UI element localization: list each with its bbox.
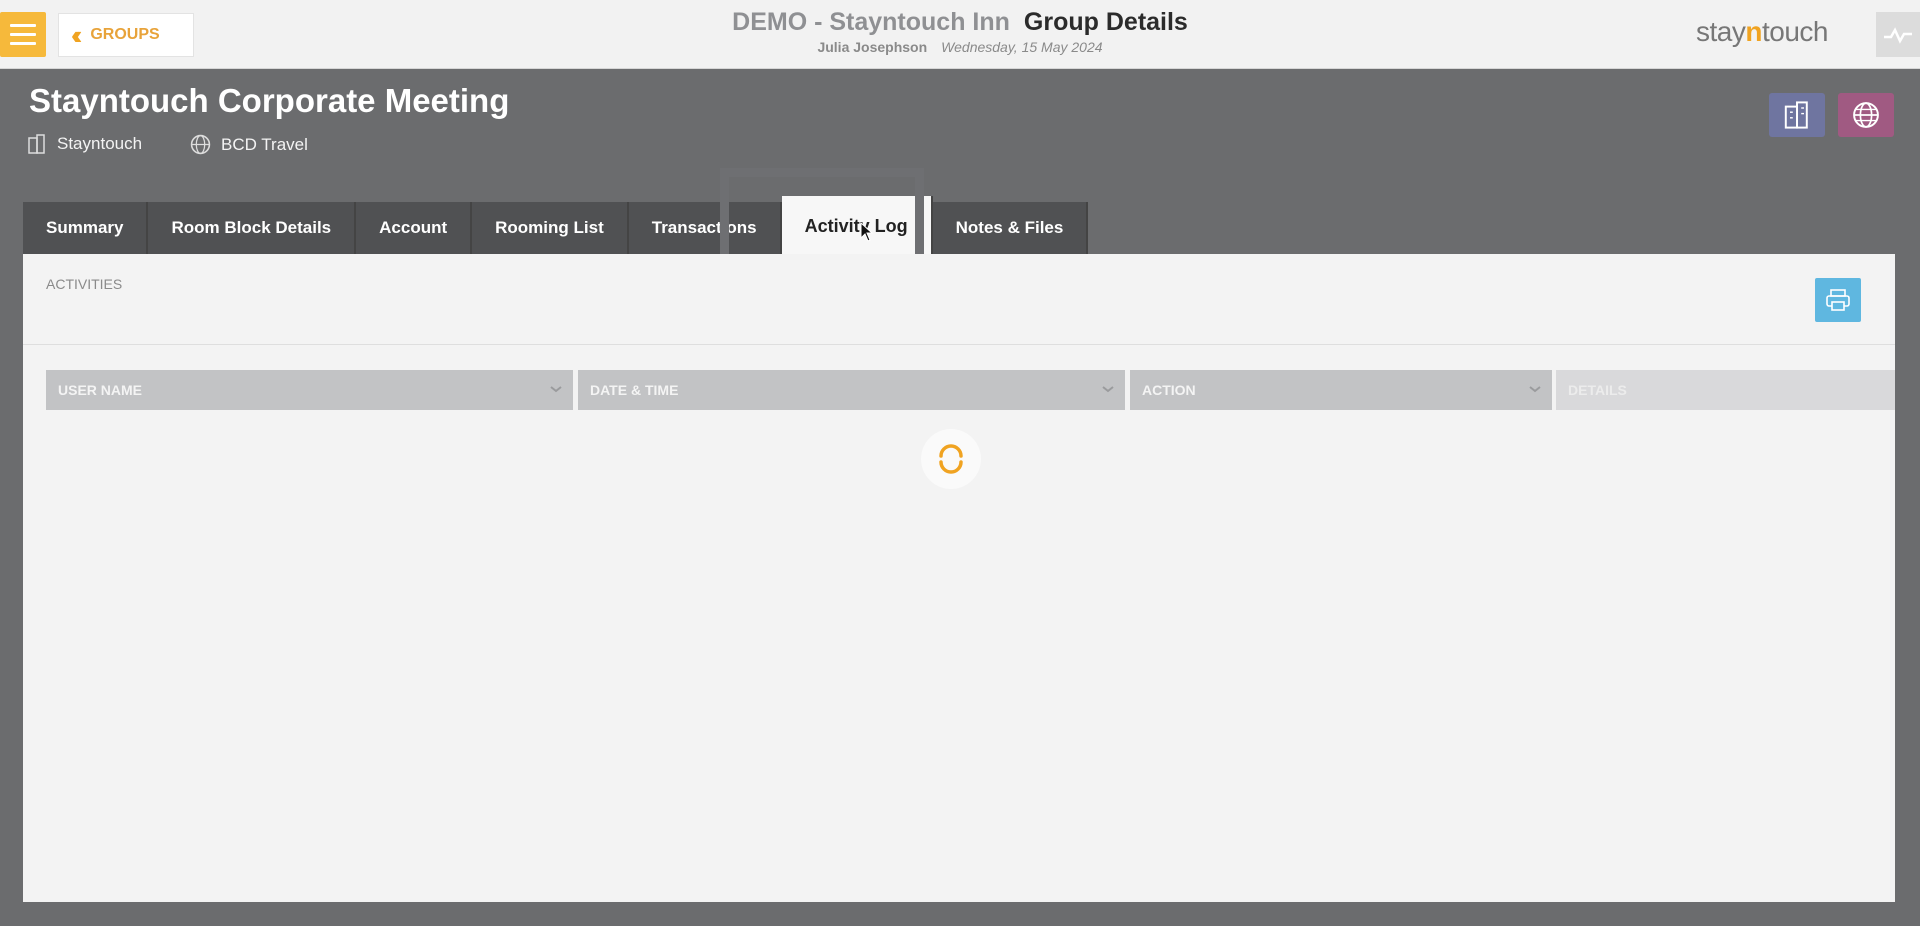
chevron-down-icon xyxy=(1529,386,1541,393)
brand-logo: stayntouch xyxy=(1696,16,1828,47)
page-title: Group Details xyxy=(1023,8,1188,36)
loading-spinner-icon xyxy=(921,429,981,489)
user-name: Julia Josephson xyxy=(817,39,928,55)
company-name: Stayntouch xyxy=(57,134,143,153)
building-icon xyxy=(28,134,45,154)
activity-log-panel: ACTIVITIES USER NAME DATE & TIME ACTION … xyxy=(23,254,1895,902)
mouse-cursor-icon xyxy=(860,222,874,242)
print-button[interactable] xyxy=(1815,278,1861,322)
column-header-details: DETAILS xyxy=(1556,370,1895,410)
column-header-date-time[interactable]: DATE & TIME xyxy=(578,370,1125,410)
printer-icon xyxy=(1826,289,1850,311)
tab-room-block-details[interactable]: Room Block Details xyxy=(148,202,357,254)
travel-agent-card-button[interactable] xyxy=(1838,93,1894,137)
tab-notes-files[interactable]: Notes & Files xyxy=(932,202,1089,254)
group-tabs: Summary Room Block Details Account Roomi… xyxy=(23,196,1089,256)
company-card-button[interactable] xyxy=(1769,93,1825,137)
tab-rooming-list[interactable]: Rooming List xyxy=(472,202,629,254)
tab-account[interactable]: Account xyxy=(356,202,473,254)
hotel-name: DEMO - Stayntouch Inn xyxy=(732,8,1010,36)
top-bar: ‹‹ GROUPS DEMO - Stayntouch Inn Group Det… xyxy=(0,0,1920,69)
activity-button[interactable] xyxy=(1876,12,1920,57)
business-date: Wednesday, 15 May 2024 xyxy=(941,39,1103,55)
section-label: ACTIVITIES xyxy=(46,276,123,292)
tab-summary[interactable]: Summary xyxy=(23,202,149,254)
travel-agent-link[interactable]: BCD Travel xyxy=(190,134,308,155)
divider xyxy=(23,344,1895,345)
globe-icon xyxy=(190,134,211,155)
group-title: Stayntouch Corporate Meeting xyxy=(29,82,510,119)
travel-agent-name: BCD Travel xyxy=(221,134,308,154)
page-header: DEMO - Stayntouch Inn Group Details Julia… xyxy=(0,8,1920,55)
globe-icon xyxy=(1853,102,1879,128)
chevron-down-icon xyxy=(550,386,562,393)
tab-transactions[interactable]: Transactions xyxy=(628,202,782,254)
company-card-link[interactable]: Stayntouch xyxy=(27,134,142,154)
column-header-action[interactable]: ACTION xyxy=(1130,370,1552,410)
tab-activity-log[interactable]: Activity Log xyxy=(781,196,933,256)
building-icon xyxy=(1784,101,1808,129)
chevron-down-icon xyxy=(1102,386,1114,393)
pulse-icon xyxy=(1884,26,1912,44)
column-header-user-name[interactable]: USER NAME xyxy=(46,370,573,410)
